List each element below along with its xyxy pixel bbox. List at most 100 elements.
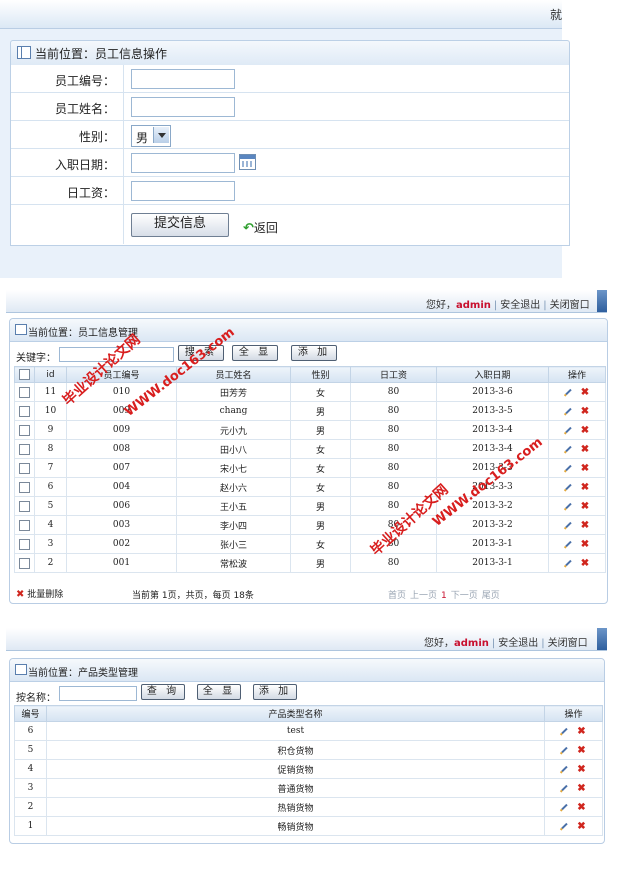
row-wage: 80	[350, 515, 437, 535]
edit-icon[interactable]	[565, 559, 572, 567]
hire-date-input[interactable]	[131, 153, 235, 173]
edit-icon[interactable]	[565, 464, 572, 472]
emp-no-input[interactable]	[131, 69, 235, 89]
table-row[interactable]: 6 test ✖	[14, 721, 603, 741]
row-checkbox[interactable]	[19, 481, 30, 493]
edit-icon[interactable]	[565, 388, 572, 396]
table-row[interactable]: 4 促销货物 ✖	[14, 759, 603, 779]
edit-icon[interactable]	[565, 502, 572, 510]
add-button[interactable]: 添 加	[253, 684, 297, 700]
edit-icon[interactable]	[565, 540, 572, 548]
edit-icon[interactable]	[565, 426, 572, 434]
table-row[interactable]: 8 008 田小八女 80 2013-3-4 ✖	[14, 439, 606, 459]
row-actions: ✖	[544, 797, 603, 817]
table-row[interactable]: 3 普通货物 ✖	[14, 778, 603, 798]
delete-icon[interactable]: ✖	[581, 482, 589, 493]
show-all-button[interactable]: 全 显	[232, 345, 278, 361]
row-emp-name: 王小五	[176, 496, 291, 516]
row-checkbox[interactable]	[19, 443, 30, 455]
delete-icon[interactable]: ✖	[581, 444, 589, 455]
delete-icon[interactable]: ✖	[581, 406, 589, 417]
table-row[interactable]: 7 007 宋小七女 80 2013-3-3 ✖	[14, 458, 606, 478]
row-hire-date: 2013-3-1	[436, 534, 549, 554]
submit-button[interactable]: 提交信息	[131, 213, 229, 237]
table-row[interactable]: 6 004 赵小六女 80 2013-3-3 ✖	[14, 477, 606, 497]
close-window-link[interactable]: 关闭窗口	[550, 300, 590, 311]
table-row[interactable]: 10 009 chang 男 80 2013-3-5 ✖	[14, 401, 606, 421]
last-page-link[interactable]: 尾页	[482, 591, 500, 601]
row-checkbox[interactable]	[19, 557, 30, 569]
row-checkbox[interactable]	[19, 519, 30, 531]
edit-icon[interactable]	[565, 521, 572, 529]
gender-select[interactable]: 男	[131, 125, 171, 147]
col-emp-no: 员工编号	[66, 366, 177, 383]
keyword-input[interactable]	[59, 347, 174, 362]
select-all-checkbox[interactable]	[19, 369, 30, 380]
edit-icon[interactable]	[565, 407, 572, 415]
table-row[interactable]: 5 积仓货物 ✖	[14, 740, 603, 760]
row-checkbox[interactable]	[19, 462, 30, 474]
edit-icon[interactable]	[561, 765, 568, 773]
table-row[interactable]: 4 003 李小四男 80 2013-3-2 ✖	[14, 515, 606, 535]
edit-icon[interactable]	[561, 803, 568, 811]
admin-user-link[interactable]: admin	[454, 638, 489, 649]
name-input[interactable]	[59, 686, 137, 701]
table-row[interactable]: 2 001 常松波男 80 2013-3-1 ✖	[14, 553, 606, 573]
first-page-link[interactable]: 首页	[388, 591, 406, 601]
row-gender: 女	[290, 439, 351, 459]
prev-page-link[interactable]: 上一页	[410, 591, 437, 601]
close-window-link[interactable]: 关闭窗口	[548, 638, 588, 649]
table-row[interactable]: 9 009 元小九男 80 2013-3-4 ✖	[14, 420, 606, 440]
row-checkbox[interactable]	[19, 500, 30, 512]
delete-icon[interactable]: ✖	[577, 821, 585, 832]
delete-icon[interactable]: ✖	[581, 520, 589, 531]
delete-icon[interactable]: ✖	[577, 726, 585, 737]
row-hire-date: 2013-3-5	[436, 401, 549, 421]
calendar-icon[interactable]	[239, 154, 256, 170]
delete-icon[interactable]: ✖	[581, 387, 589, 398]
col-no: 编号	[14, 705, 47, 722]
delete-icon[interactable]: ✖	[581, 539, 589, 550]
delete-icon[interactable]: ✖	[577, 802, 585, 813]
batch-delete-link[interactable]: ✖ 批量删除	[16, 587, 63, 600]
table-row[interactable]: 2 热销货物 ✖	[14, 797, 603, 817]
delete-icon[interactable]: ✖	[577, 745, 585, 756]
chevron-down-icon[interactable]	[153, 127, 169, 143]
emp-name-input[interactable]	[131, 97, 235, 117]
add-button[interactable]: 添 加	[291, 345, 337, 361]
row-emp-name: 常松波	[176, 553, 291, 573]
delete-icon[interactable]: ✖	[581, 463, 589, 474]
row-checkbox[interactable]	[19, 405, 30, 417]
table-row[interactable]: 1 畅销货物 ✖	[14, 816, 603, 836]
edit-icon[interactable]	[561, 746, 568, 754]
delete-icon[interactable]: ✖	[581, 501, 589, 512]
row-checkbox[interactable]	[19, 386, 30, 398]
delete-icon[interactable]: ✖	[577, 764, 585, 775]
row-checkbox[interactable]	[19, 538, 30, 550]
edit-icon[interactable]	[565, 445, 572, 453]
query-button[interactable]: 查 询	[141, 684, 185, 700]
row-type-name: 普通货物	[46, 778, 545, 798]
edit-icon[interactable]	[565, 483, 572, 491]
keyword-label: 关键字：	[16, 353, 56, 364]
back-arrow-icon: ↶	[243, 221, 254, 236]
search-button[interactable]: 搜 索	[178, 345, 224, 361]
show-all-button[interactable]: 全 显	[197, 684, 241, 700]
edit-icon[interactable]	[561, 784, 568, 792]
edit-icon[interactable]	[561, 727, 568, 735]
next-page-link[interactable]: 下一页	[451, 591, 478, 601]
delete-icon[interactable]: ✖	[577, 783, 585, 794]
table-row[interactable]: 3 002 张小三女 80 2013-3-1 ✖	[14, 534, 606, 554]
table-row[interactable]: 11 010 田芳芳女 80 2013-3-6 ✖	[14, 382, 606, 402]
edit-icon[interactable]	[561, 822, 568, 830]
delete-icon[interactable]: ✖	[581, 425, 589, 436]
logout-link[interactable]: 安全退出	[498, 638, 538, 649]
table-row[interactable]: 5 006 王小五男 80 2013-3-2 ✖	[14, 496, 606, 516]
product-type-table: 编号 产品类型名称 操作 6 test ✖ 5 积仓货物 ✖ 4 促销货物 ✖ 3 普通货物 ✖ 2 热销…	[14, 705, 603, 836]
wage-input[interactable]	[131, 181, 235, 201]
logout-link[interactable]: 安全退出	[500, 300, 540, 311]
admin-user-link[interactable]: admin	[456, 300, 491, 311]
back-link[interactable]: ↶返回	[243, 219, 278, 236]
row-checkbox[interactable]	[19, 424, 30, 436]
delete-icon[interactable]: ✖	[581, 558, 589, 569]
